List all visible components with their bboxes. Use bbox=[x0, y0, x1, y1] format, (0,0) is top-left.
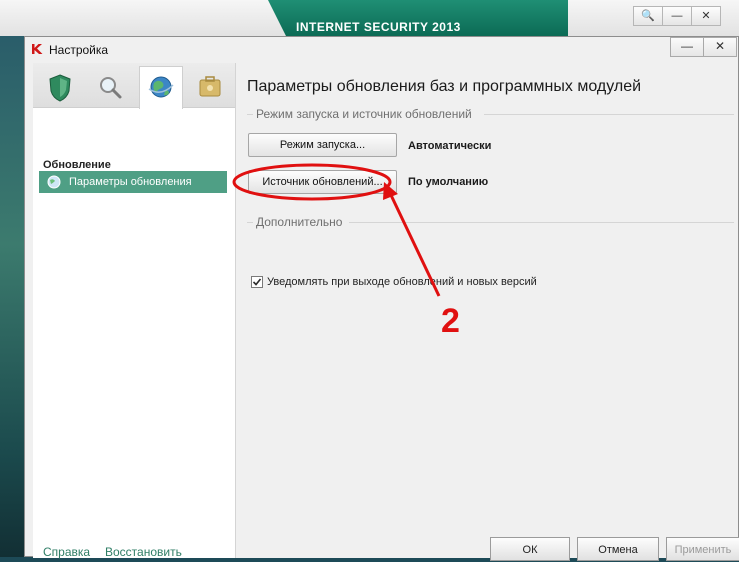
group-divider-left bbox=[247, 222, 253, 223]
close-button[interactable]: ✕ bbox=[703, 37, 737, 57]
magnifier-icon bbox=[100, 77, 122, 99]
settings-window: Настройка — ✕ Обновление Параметры обнов… bbox=[24, 36, 739, 561]
background-app-bar: INTERNET SECURITY 2013 🔍 — ✕ bbox=[0, 0, 739, 37]
notify-checkbox-label[interactable]: Уведомлять при выходе обновлений и новых… bbox=[267, 276, 537, 288]
main-content: Параметры обновления баз и программных м… bbox=[236, 63, 738, 558]
globe-icon bbox=[148, 76, 174, 98]
title-bar: Настройка — ✕ bbox=[25, 37, 738, 63]
sidebar-item-update-settings[interactable]: Параметры обновления bbox=[39, 171, 227, 193]
update-source-value: По умолчанию bbox=[408, 176, 489, 188]
tab-protection[interactable] bbox=[39, 67, 81, 107]
group-divider bbox=[484, 114, 734, 115]
tab-tools[interactable] bbox=[189, 67, 231, 107]
category-tabs bbox=[33, 63, 235, 109]
group-divider-left bbox=[247, 114, 253, 115]
run-mode-button[interactable]: Режим запуска... bbox=[248, 133, 397, 157]
kaspersky-logo-icon bbox=[32, 44, 43, 54]
group-label-run-mode: Режим запуска и источник обновлений bbox=[256, 107, 472, 121]
section-title-update: Обновление bbox=[43, 159, 111, 171]
sidebar: Обновление Параметры обновления bbox=[33, 63, 236, 558]
apply-button[interactable]: Применить bbox=[666, 537, 739, 561]
group-divider bbox=[349, 222, 734, 223]
update-source-button[interactable]: Источник обновлений... bbox=[248, 170, 397, 194]
background-window-controls: 🔍 — ✕ bbox=[633, 6, 721, 26]
cancel-button[interactable]: Отмена bbox=[577, 537, 659, 561]
notify-checkbox[interactable] bbox=[251, 276, 263, 288]
toolbox-icon bbox=[199, 76, 221, 97]
desktop-background bbox=[0, 36, 24, 557]
minimize-button[interactable]: — bbox=[670, 37, 704, 57]
annotation-number: 2 bbox=[441, 302, 460, 340]
tab-scan[interactable] bbox=[89, 67, 131, 107]
banner-text: INTERNET SECURITY 2013 bbox=[296, 20, 461, 34]
globe-small-icon bbox=[47, 175, 61, 189]
group-label-additional: Дополнительно bbox=[256, 215, 343, 229]
background-close-button[interactable]: ✕ bbox=[691, 6, 721, 26]
page-title: Параметры обновления баз и программных м… bbox=[247, 78, 642, 95]
sidebar-item-label: Параметры обновления bbox=[69, 176, 192, 188]
ok-button[interactable]: ОК bbox=[490, 537, 570, 561]
tab-update[interactable] bbox=[139, 66, 183, 109]
run-mode-value: Автоматически bbox=[408, 140, 492, 152]
background-minimize-button[interactable]: — bbox=[662, 6, 692, 26]
background-search-button[interactable]: 🔍 bbox=[633, 6, 663, 26]
window-title: Настройка bbox=[49, 43, 109, 57]
shield-icon bbox=[49, 74, 71, 102]
checkmark-icon bbox=[252, 278, 262, 286]
window-controls: — ✕ bbox=[670, 37, 737, 57]
product-banner: INTERNET SECURITY 2013 bbox=[268, 0, 568, 36]
